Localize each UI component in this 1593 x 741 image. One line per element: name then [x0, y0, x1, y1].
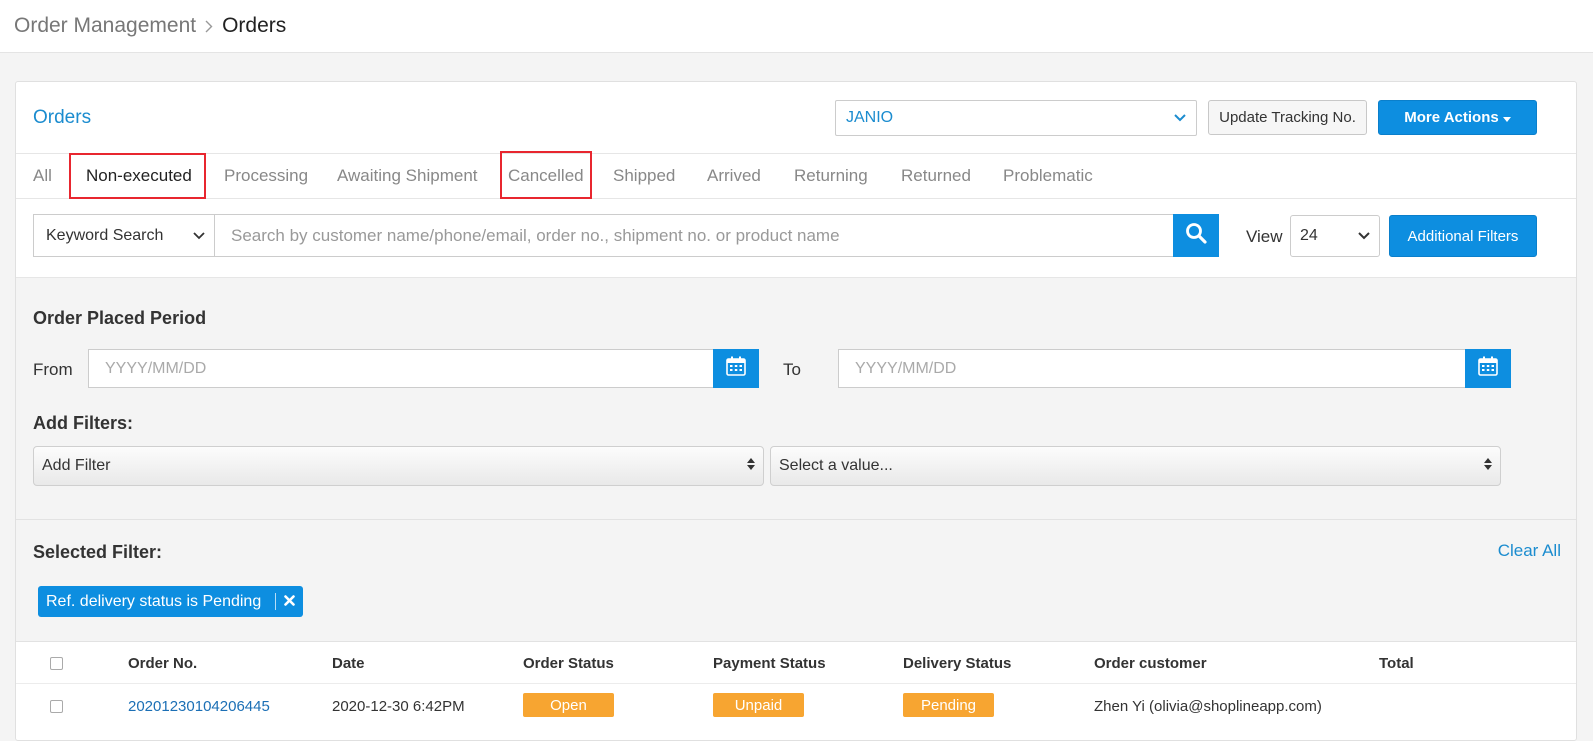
more-actions-label: More Actions: [1404, 109, 1499, 126]
updown-arrows-icon: [1484, 457, 1492, 476]
remove-filter-button[interactable]: [276, 593, 303, 611]
filter-chip-label: Ref. delivery status is Pending: [46, 592, 262, 610]
close-icon: [284, 593, 296, 611]
view-label: View: [1246, 227, 1283, 246]
order-date: 2020-12-30 6:42PM: [332, 698, 465, 715]
column-payment-status[interactable]: Payment Status: [713, 655, 826, 672]
search-type-select[interactable]: Keyword Search: [33, 214, 215, 257]
highlight-box-non-executed: [69, 153, 206, 199]
add-filter-value: Add Filter: [42, 457, 111, 474]
search-icon: [1185, 222, 1207, 249]
update-tracking-button[interactable]: Update Tracking No.: [1208, 100, 1367, 135]
selected-filter-area: Selected Filter: Clear All Ref. delivery…: [16, 520, 1576, 642]
add-filters-title: Add Filters:: [33, 413, 134, 433]
filter-value-select[interactable]: Select a value...: [770, 446, 1501, 486]
breadcrumb: Order Management Orders: [0, 0, 1593, 53]
select-all-checkbox[interactable]: [50, 657, 63, 670]
chevron-down-icon: [1358, 227, 1370, 245]
search-input[interactable]: [214, 214, 1174, 257]
column-order-status[interactable]: Order Status: [523, 655, 614, 672]
from-label: From: [33, 360, 73, 379]
to-label: To: [783, 360, 801, 379]
status-tabs: All Non-executed Processing Awaiting Shi…: [16, 151, 1576, 199]
tab-returned[interactable]: Returned: [901, 166, 971, 186]
carrier-select[interactable]: JANIO: [835, 100, 1197, 136]
panel-header: Orders JANIO Update Tracking No. More Ac…: [16, 82, 1576, 154]
delivery-status-badge: Pending: [903, 693, 994, 717]
tab-processing[interactable]: Processing: [224, 166, 308, 186]
table-row: 20201230104206445 2020-12-30 6:42PM Open…: [16, 684, 1576, 730]
to-calendar-button[interactable]: [1465, 349, 1511, 388]
clear-all-link[interactable]: Clear All: [1498, 541, 1561, 561]
from-date-input[interactable]: [88, 349, 714, 388]
search-type-value: Keyword Search: [46, 226, 164, 244]
column-order-no[interactable]: Order No.: [128, 655, 197, 672]
carrier-select-value: JANIO: [846, 109, 894, 126]
view-per-page-value: 24: [1300, 227, 1318, 244]
from-calendar-button[interactable]: [713, 349, 759, 388]
tab-shipped[interactable]: Shipped: [613, 166, 675, 186]
column-total[interactable]: Total: [1379, 655, 1414, 672]
order-status-badge: Open: [523, 693, 614, 717]
more-actions-button[interactable]: More Actions: [1378, 100, 1537, 135]
additional-filters-button[interactable]: Additional Filters: [1389, 215, 1537, 257]
search-button[interactable]: [1173, 214, 1219, 257]
order-customer: Zhen Yi (olivia@shoplineapp.com): [1094, 698, 1322, 715]
breadcrumb-order-management[interactable]: Order Management: [14, 14, 196, 38]
updown-arrows-icon: [747, 457, 755, 476]
tab-all[interactable]: All: [33, 166, 52, 186]
column-delivery-status[interactable]: Delivery Status: [903, 655, 1011, 672]
chevron-down-icon: [1174, 109, 1186, 127]
tab-awaiting-shipment[interactable]: Awaiting Shipment: [337, 166, 478, 186]
order-number-link[interactable]: 20201230104206445: [128, 698, 270, 715]
selected-filter-title: Selected Filter:: [33, 542, 163, 562]
chevron-down-icon: [193, 227, 205, 245]
panel-title: Orders: [33, 107, 92, 128]
row-checkbox[interactable]: [50, 700, 63, 713]
column-date[interactable]: Date: [332, 655, 365, 672]
view-per-page-select[interactable]: 24: [1290, 215, 1380, 257]
filter-value-value: Select a value...: [779, 457, 893, 474]
highlight-box-cancelled: [500, 151, 592, 199]
orders-panel: Orders JANIO Update Tracking No. More Ac…: [15, 81, 1577, 741]
add-filter-select[interactable]: Add Filter: [33, 446, 764, 486]
chevron-right-icon: [205, 20, 213, 33]
calendar-icon: [1478, 356, 1498, 381]
breadcrumb-orders: Orders: [222, 14, 287, 37]
tab-problematic[interactable]: Problematic: [1003, 166, 1093, 186]
tab-arrived[interactable]: Arrived: [707, 166, 761, 186]
column-order-customer[interactable]: Order customer: [1094, 655, 1207, 672]
filter-chip: Ref. delivery status is Pending: [38, 586, 304, 617]
order-placed-period-title: Order Placed Period: [33, 308, 207, 328]
calendar-icon: [726, 356, 746, 381]
filter-area: Order Placed Period From To: [16, 278, 1576, 520]
payment-status-badge: Unpaid: [713, 693, 804, 717]
tab-returning[interactable]: Returning: [794, 166, 868, 186]
orders-table-header: Order No. Date Order Status Payment Stat…: [16, 642, 1576, 684]
caret-down-icon: [1502, 109, 1511, 126]
search-row: Keyword Search View 24 Additional Filter…: [16, 199, 1576, 278]
to-date-input[interactable]: [838, 349, 1466, 388]
